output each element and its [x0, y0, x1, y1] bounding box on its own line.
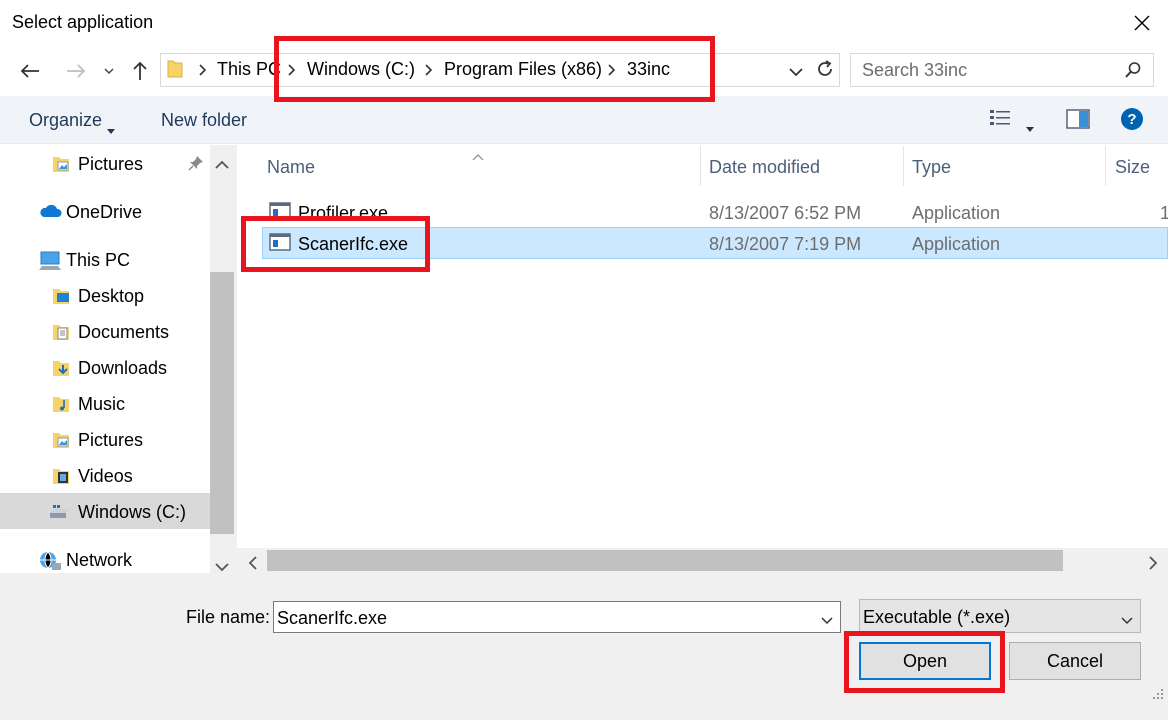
dropdown-caret-icon: [107, 118, 115, 139]
column-header-type[interactable]: Type: [912, 157, 951, 178]
scroll-right-icon[interactable]: [1148, 554, 1158, 575]
highlight-box-address-path: [274, 36, 715, 102]
cancel-button-label: Cancel: [1046, 650, 1104, 671]
up-button[interactable]: [126, 56, 154, 86]
nav-item-pictures-quick[interactable]: Pictures: [0, 146, 210, 182]
pictures-folder-icon: [52, 155, 70, 173]
highlight-box-selected-file: [241, 216, 430, 272]
nav-item-onedrive[interactable]: OneDrive: [0, 194, 210, 230]
folder-icon: [167, 59, 183, 84]
preview-pane-button[interactable]: [1066, 109, 1090, 134]
pictures-folder-icon: [52, 431, 70, 449]
view-options-button[interactable]: [989, 108, 1013, 135]
drive-icon: [48, 503, 72, 521]
up-arrow-icon: [133, 61, 147, 80]
close-button[interactable]: [1120, 4, 1164, 42]
nav-item-videos[interactable]: Videos: [0, 458, 210, 494]
svg-text:?: ?: [1127, 111, 1136, 128]
chevron-down-icon: [789, 68, 803, 77]
chevron-right-icon: [196, 61, 208, 79]
view-menu-caret-icon[interactable]: [1026, 116, 1034, 137]
nav-item-desktop[interactable]: Desktop: [0, 278, 210, 314]
refresh-button[interactable]: [815, 59, 835, 84]
search-placeholder: Search 33inc: [862, 60, 968, 80]
column-divider[interactable]: [1105, 146, 1106, 186]
preview-pane-icon: [1066, 109, 1090, 129]
address-history-dropdown[interactable]: [788, 62, 804, 83]
nav-item-music[interactable]: Music: [0, 386, 210, 422]
back-arrow-icon: [20, 64, 39, 78]
file-type-filter-value: Executable (*.exe): [863, 607, 1011, 627]
help-icon: ?: [1121, 108, 1143, 130]
computer-icon: [38, 251, 62, 270]
highlight-box-open-button: [844, 631, 1005, 693]
recent-locations-button[interactable]: [100, 56, 118, 86]
help-button[interactable]: ?: [1120, 107, 1144, 136]
forward-button[interactable]: [60, 56, 92, 86]
horizontal-scrollbar-thumb[interactable]: [267, 550, 1063, 571]
chevron-down-icon: [1120, 610, 1134, 631]
file-name-value: ScanerIfc.exe: [277, 608, 388, 628]
scroll-left-icon[interactable]: [248, 554, 258, 575]
column-header-size[interactable]: Size: [1115, 157, 1150, 178]
file-type: Application: [912, 203, 1001, 223]
nav-item-this-pc[interactable]: This PC: [0, 242, 210, 278]
window-title: Select application: [12, 12, 154, 32]
nav-item-pictures[interactable]: Pictures: [0, 422, 210, 458]
details-view-icon: [990, 110, 1010, 125]
file-date: 8/13/2007 6:52 PM: [709, 203, 862, 223]
nav-item-documents[interactable]: Documents: [0, 314, 210, 350]
new-folder-button[interactable]: New folder: [161, 110, 247, 131]
back-button[interactable]: [14, 56, 46, 86]
chevron-down-icon: [821, 617, 833, 625]
resize-grip-icon[interactable]: [1152, 684, 1164, 705]
column-divider[interactable]: [903, 146, 904, 186]
file-type: Application: [912, 234, 1001, 254]
organize-button[interactable]: Organize: [29, 110, 102, 131]
onedrive-cloud-icon: [38, 203, 62, 221]
forward-arrow-icon: [67, 64, 86, 78]
column-header-name[interactable]: Name: [267, 157, 315, 178]
documents-folder-icon: [52, 323, 70, 341]
refresh-icon: [818, 60, 832, 76]
breadcrumb-this-pc[interactable]: This PC: [217, 59, 281, 80]
column-header-date-modified[interactable]: Date modified: [709, 157, 820, 178]
cancel-button[interactable]: Cancel: [1009, 642, 1141, 680]
search-icon: [1124, 61, 1142, 84]
file-name-dropdown[interactable]: [820, 610, 834, 631]
videos-folder-icon: [52, 467, 70, 485]
file-date: 8/13/2007 7:19 PM: [709, 234, 862, 254]
music-folder-icon: [52, 395, 70, 413]
column-divider[interactable]: [700, 146, 701, 186]
sort-ascending-icon: [472, 145, 484, 166]
network-icon: [38, 551, 62, 570]
downloads-folder-icon: [52, 359, 70, 377]
nav-item-downloads[interactable]: Downloads: [0, 350, 210, 386]
file-size: 1: [1160, 203, 1168, 223]
pin-icon: [188, 155, 206, 173]
file-name-label: File name:: [186, 607, 271, 627]
scroll-up-icon[interactable]: [215, 154, 229, 175]
chevron-down-icon: [104, 68, 114, 75]
nav-item-windows-c[interactable]: Windows (C:): [0, 494, 210, 530]
close-icon: [1134, 15, 1150, 31]
desktop-folder-icon: [52, 287, 70, 305]
nav-scrollbar-thumb[interactable]: [210, 272, 234, 534]
